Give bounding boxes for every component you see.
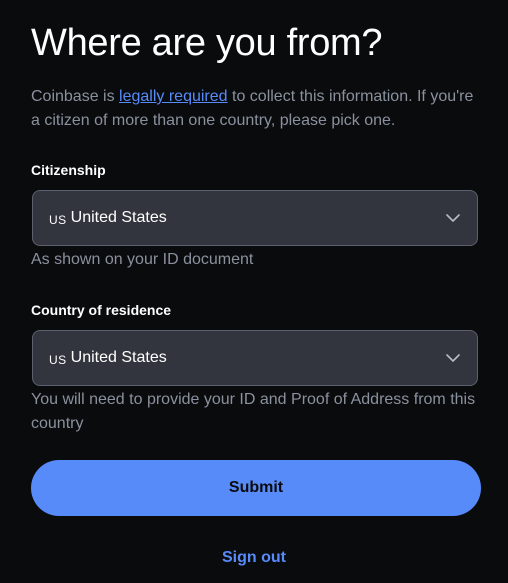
submit-button[interactable]: Submit [31, 460, 481, 516]
residence-value: United States [70, 349, 167, 366]
residence-country-code: US [49, 352, 67, 367]
legally-required-link[interactable]: legally required [119, 88, 228, 105]
citizenship-label: Citizenship [31, 162, 106, 178]
residence-hint: You will need to provide your ID and Pro… [31, 391, 476, 432]
page-title: Where are you from? [31, 22, 383, 64]
citizenship-hint: As shown on your ID document [31, 251, 254, 268]
citizenship-value: United States [70, 209, 167, 226]
intro-text-before: Coinbase is [31, 88, 120, 105]
chevron-down-icon [446, 354, 460, 362]
citizenship-select[interactable]: US United States [32, 190, 478, 246]
residence-select[interactable]: US United States [32, 330, 478, 386]
chevron-down-icon [446, 214, 460, 222]
residence-label: Country of residence [31, 302, 172, 318]
intro-text: Coinbase is legally required to collect … [31, 85, 481, 133]
citizenship-country-code: US [49, 212, 67, 227]
sign-out-link[interactable]: Sign out [0, 549, 508, 567]
